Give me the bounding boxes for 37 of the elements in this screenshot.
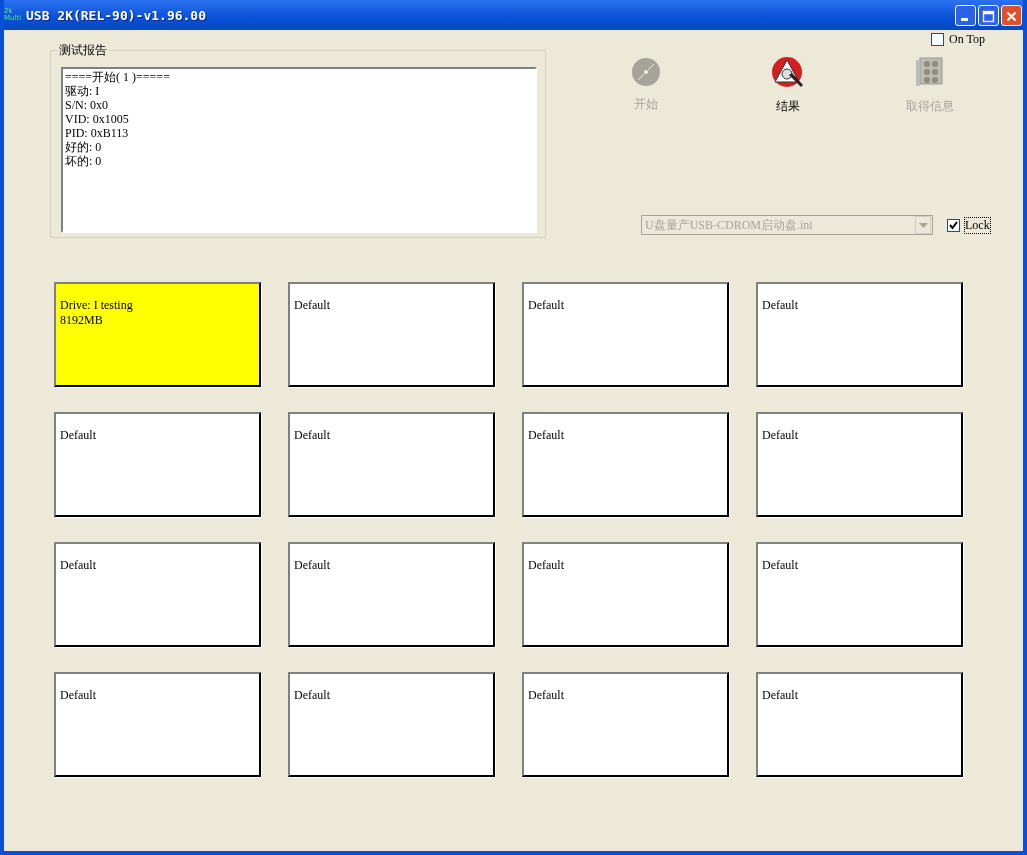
log-line: 好的: 0 <box>65 140 103 154</box>
slot-text: Default <box>528 688 565 703</box>
slot-text: Default <box>60 428 97 443</box>
slot-text: Default <box>762 688 799 703</box>
on-top-checkbox[interactable]: On Top <box>931 31 985 47</box>
minimize-button[interactable] <box>955 4 976 26</box>
slot-text: Default <box>762 558 799 573</box>
slot-text: 8192MB <box>60 313 104 328</box>
maximize-button[interactable] <box>978 4 999 26</box>
log-line: PID: 0xB113 <box>65 126 130 140</box>
close-button[interactable] <box>1001 4 1022 26</box>
slot-text: Default <box>294 428 331 443</box>
slot-text: Default <box>528 428 565 443</box>
slot-text: Default <box>60 558 97 573</box>
log-line: 驱动: I <box>65 84 101 98</box>
checkmark-icon <box>949 220 958 230</box>
slot-text: Default <box>528 298 565 313</box>
log-line: ====开始( 1 )===== <box>65 70 171 84</box>
slot-text: Default <box>294 688 331 703</box>
pointer-icon <box>771 56 805 90</box>
minimize-icon <box>961 17 968 21</box>
log-line: S/N: 0x0 <box>65 98 109 112</box>
window-title: USB 2K(REL-90)-v1.96.00 <box>26 7 207 23</box>
slot-text: Default <box>294 298 331 313</box>
slot-text: Default <box>60 688 97 703</box>
slot-text: Default <box>294 558 331 573</box>
disc-icon <box>630 56 662 88</box>
slot-text: Default <box>528 558 565 573</box>
slot-text: Default <box>762 298 799 313</box>
group-title: 测试报告 <box>58 42 108 59</box>
log-line: VID: 0x1005 <box>65 112 130 126</box>
lock-checkbox[interactable]: Lock <box>947 217 990 233</box>
log-line: 坏的: 0 <box>65 154 103 168</box>
slot-text: Drive: I testing <box>60 298 134 313</box>
report-log[interactable]: ====开始( 1 )===== 驱动: I S/N: 0x0 VID: 0x1005 PID: 0xB113 好的: 0 坏的: 0 <box>61 67 537 233</box>
slot-text: Default <box>762 428 799 443</box>
toolbar-button[interactable]: 结果 <box>740 56 836 115</box>
